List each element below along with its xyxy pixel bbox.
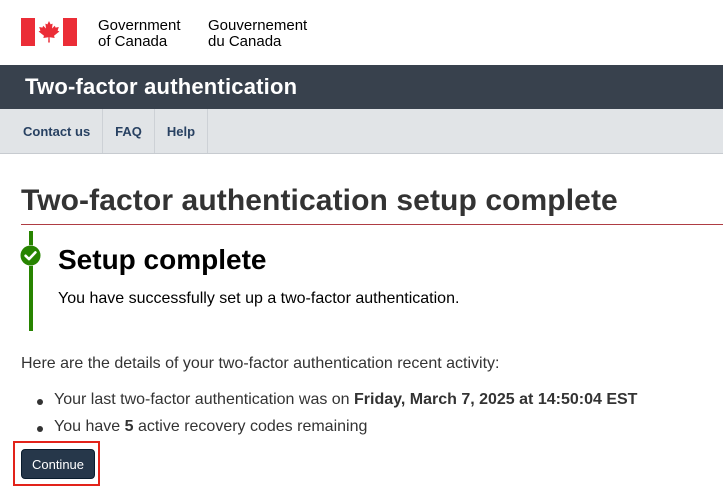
maple-leaf-icon bbox=[38, 21, 60, 43]
menu-item-faq[interactable]: FAQ bbox=[103, 109, 155, 153]
signature-fr-line1: Gouvernement bbox=[208, 17, 308, 34]
details-intro: Here are the details of your two-factor … bbox=[21, 355, 500, 372]
page-title: Two-factor authentication setup complete bbox=[21, 184, 618, 217]
last-auth-datetime: Friday, March 7, 2025 at 14:50:04 EST bbox=[354, 391, 638, 408]
signature-en-line1: Government bbox=[98, 17, 181, 34]
title-divider bbox=[21, 224, 723, 225]
codes-suffix: active recovery codes remaining bbox=[133, 418, 368, 435]
canada-flag-icon bbox=[21, 18, 77, 46]
app-title[interactable]: Two-factor authentication bbox=[25, 74, 297, 100]
check-circle-icon bbox=[20, 245, 41, 266]
list-item-recovery-codes: You have 5 active recovery codes remaini… bbox=[36, 418, 637, 445]
alert-heading: Setup complete bbox=[58, 244, 267, 275]
activity-list: Your last two-factor authentication was … bbox=[36, 391, 637, 445]
continue-button[interactable]: Continue bbox=[21, 449, 95, 479]
codes-prefix: You have bbox=[54, 418, 125, 435]
last-auth-prefix: Your last two-factor authentication was … bbox=[54, 391, 355, 408]
signature-french: Gouvernement du Canada bbox=[208, 18, 307, 50]
signature-fr-line2: du Canada bbox=[208, 33, 282, 50]
menu-item-contact-us[interactable]: Contact us bbox=[0, 109, 104, 153]
recovery-codes-count: 5 bbox=[124, 418, 134, 435]
app-title-banner: Two-factor authentication bbox=[0, 65, 723, 109]
list-item-last-authentication: Your last two-factor authentication was … bbox=[36, 391, 637, 418]
signature-en-line2: of Canada bbox=[98, 33, 168, 50]
menu-item-help[interactable]: Help bbox=[155, 109, 209, 153]
government-of-canada-signature bbox=[21, 18, 77, 50]
main-menu: Contact us FAQ Help bbox=[0, 109, 723, 154]
signature-english: Government of Canada bbox=[98, 18, 181, 50]
alert-message: You have successfully set up a two-facto… bbox=[58, 290, 460, 307]
